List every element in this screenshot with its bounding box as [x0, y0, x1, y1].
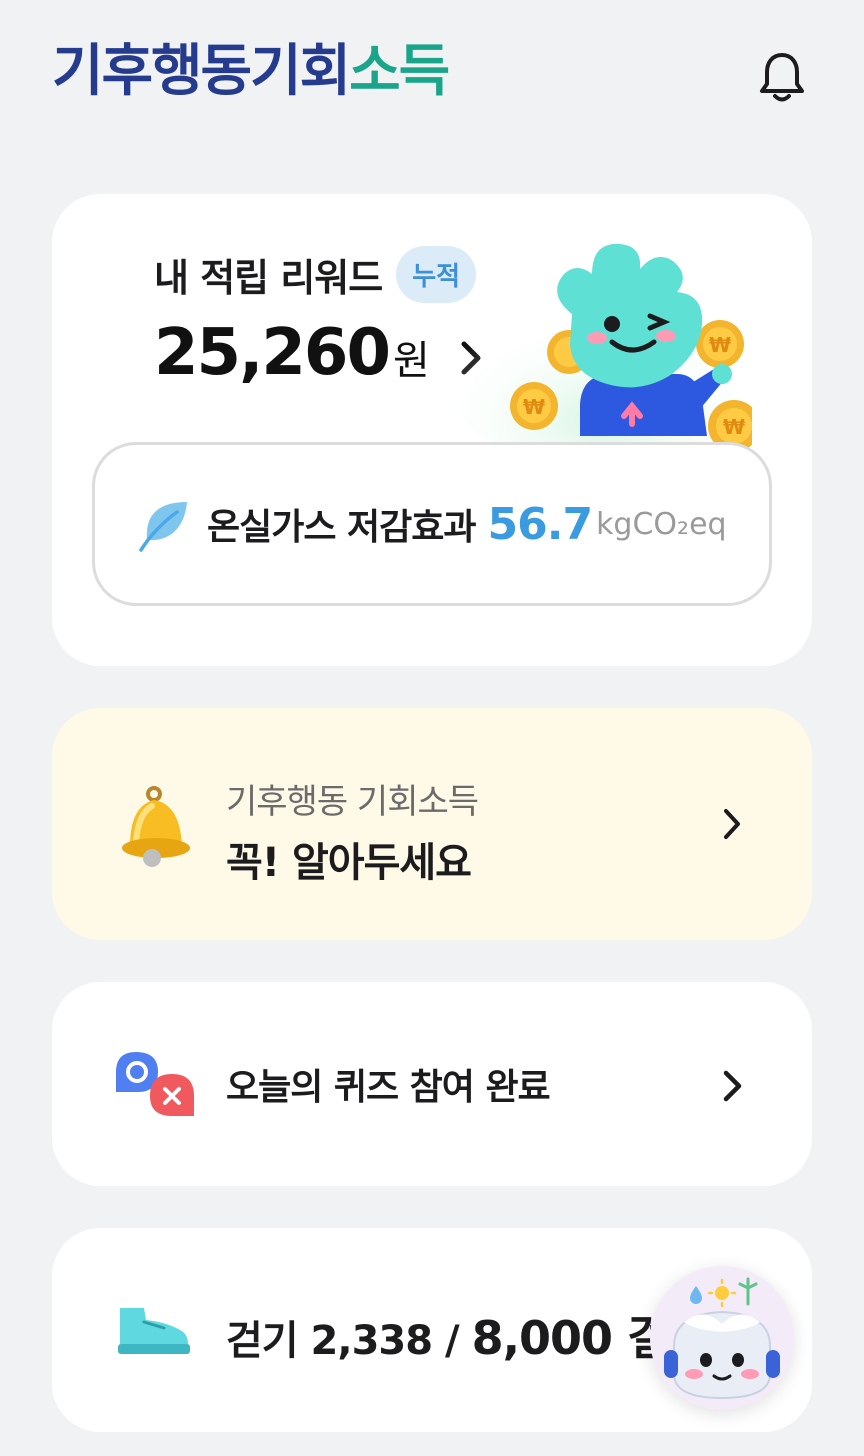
quiz-label: 오늘의 퀴즈 참여 완료	[226, 1067, 551, 1108]
ghg-unit: kgCO₂eq	[596, 506, 727, 542]
leaf-icon	[139, 502, 187, 552]
ghg-label: 온실가스 저감효과	[207, 507, 476, 548]
ghg-value: 56.7	[487, 498, 594, 550]
app-header: 기후행동기회소득	[0, 0, 864, 150]
chevron-right-icon	[723, 1070, 742, 1102]
walk-goal: 8,000 걸	[471, 1311, 670, 1365]
assistant-floating-button[interactable]	[650, 1266, 794, 1410]
chevron-right-icon	[724, 809, 740, 839]
mascot-illustration: ₩ ₩ ₩	[452, 243, 752, 454]
walk-prefix: 걷기	[226, 1318, 299, 1364]
app-logo: 기후행동기회소득	[52, 32, 450, 112]
notifications-button[interactable]	[752, 48, 812, 108]
robot-assistant-icon	[650, 1266, 794, 1410]
walk-separator: /	[445, 1318, 460, 1364]
notice-title: 꼭! 알아두세요	[226, 840, 472, 886]
walk-count: 2,338	[310, 1318, 434, 1364]
svg-text:₩: ₩	[723, 415, 745, 439]
notice-card[interactable]: 기후행동 기회소득 꼭! 알아두세요	[52, 708, 812, 940]
svg-text:₩: ₩	[709, 333, 731, 357]
logo-text-3: 소득	[349, 39, 450, 104]
reward-title-row: 내 적립 리워드 누적	[154, 246, 477, 303]
ghg-reduction-box: 온실가스 저감효과 56.7 kgCO₂eq	[92, 442, 772, 606]
bell-outline-icon	[760, 53, 804, 102]
quiz-card[interactable]: 오늘의 퀴즈 참여 완료	[52, 982, 812, 1186]
walk-progress-label: 걷기 2,338 / 8,000 걸	[226, 1302, 670, 1368]
logo-text-1: 기후행동	[52, 39, 252, 104]
coin-icon: ₩	[510, 382, 558, 430]
reward-card[interactable]: 내 적립 리워드 누적 25,260 원 ₩ ₩ ₩ 온실가스 저감효과 56.…	[52, 194, 812, 666]
svg-text:₩: ₩	[523, 395, 545, 419]
logo-text-2: 기회	[250, 39, 351, 104]
notice-subtitle: 기후행동 기회소득	[226, 782, 479, 822]
reward-amount-row[interactable]: 25,260 원	[154, 316, 484, 390]
ox-quiz-icon	[116, 1052, 194, 1116]
golden-bell-icon	[122, 786, 190, 867]
reward-title: 내 적립 리워드	[154, 256, 383, 300]
sneaker-icon	[118, 1308, 190, 1354]
reward-unit: 원	[392, 338, 430, 384]
reward-amount: 25,260	[154, 316, 391, 390]
